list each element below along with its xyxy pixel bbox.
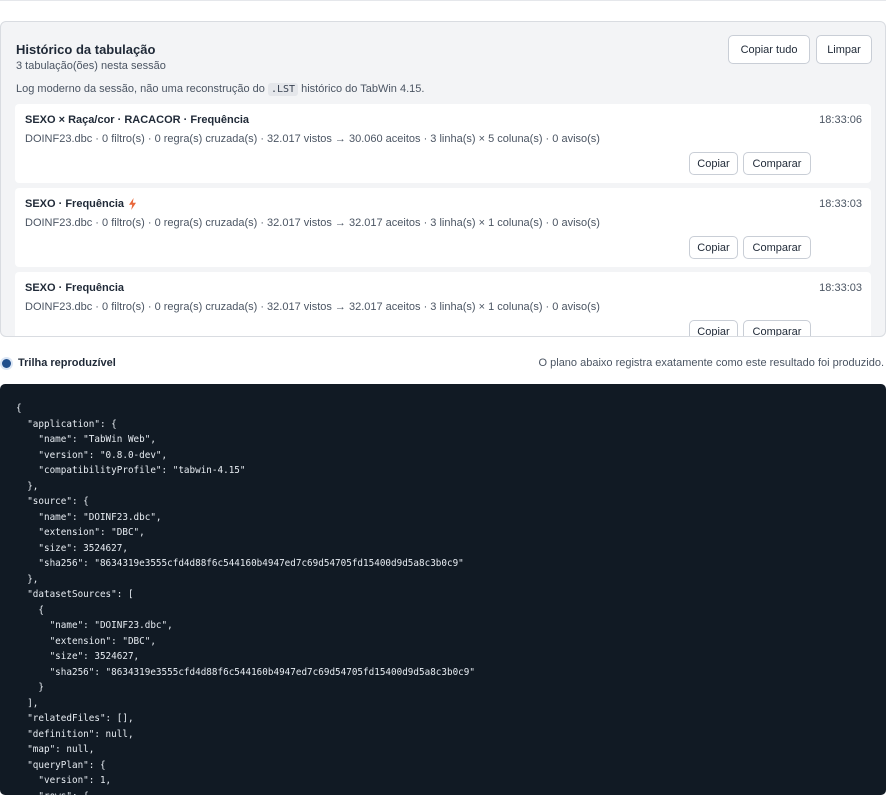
entry-time: 18:33:03	[819, 198, 862, 210]
history-note: Log moderno da sessão, não uma reconstru…	[16, 83, 425, 96]
history-entry: SEXO · Frequência 18:33:03 DOINF23.dbc ·…	[15, 188, 871, 267]
trail-header: Trilha reproduzível O plano abaixo regis…	[0, 354, 886, 374]
history-panel: Histórico da tabulação 3 tabulação(ões) …	[0, 21, 886, 337]
trail-caption: O plano abaixo registra exatamente como …	[538, 357, 884, 369]
plan-code-panel[interactable]: { "application": { "name": "TabWin Web",…	[0, 384, 886, 795]
copy-button[interactable]: Copiar	[689, 152, 738, 175]
top-divider	[0, 0, 886, 1]
entry-title: SEXO × Raça/cor · RACACOR · Frequência	[25, 114, 249, 126]
history-note-suffix: histórico do TabWin 4.15.	[301, 83, 425, 95]
compare-button[interactable]: Comparar	[743, 152, 811, 175]
entry-time: 18:33:06	[819, 114, 862, 126]
copy-button[interactable]: Copiar	[689, 236, 738, 259]
history-subtitle: 3 tabulação(ões) nesta sessão	[16, 60, 166, 72]
lst-code: .LST	[267, 83, 299, 96]
history-entry: SEXO · Frequência 18:33:03 DOINF23.dbc ·…	[15, 272, 871, 336]
entry-time: 18:33:03	[819, 282, 862, 294]
entry-meta: DOINF23.dbc · 0 filtro(s) · 0 regra(s) c…	[25, 133, 600, 145]
history-note-prefix: Log moderno da sessão, não uma reconstru…	[16, 83, 265, 95]
entry-meta: DOINF23.dbc · 0 filtro(s) · 0 regra(s) c…	[25, 217, 600, 229]
entry-title-text: SEXO · Frequência	[25, 198, 125, 210]
plan-json-code: { "application": { "name": "TabWin Web",…	[16, 403, 475, 795]
entry-title-text: SEXO × Raça/cor · RACACOR · Frequência	[25, 114, 250, 126]
clear-button[interactable]: Limpar	[816, 35, 872, 64]
entry-title: SEXO · Frequência	[25, 282, 124, 294]
history-entry: SEXO × Raça/cor · RACACOR · Frequência 1…	[15, 104, 871, 183]
copy-button[interactable]: Copiar	[689, 320, 738, 336]
lightning-icon	[129, 198, 137, 210]
copy-all-button[interactable]: Copiar tudo	[728, 35, 810, 64]
history-title: Histórico da tabulação	[16, 42, 156, 57]
compare-button[interactable]: Comparar	[743, 236, 811, 259]
entry-title-text: SEXO · Frequência	[25, 282, 125, 294]
status-dot-icon	[2, 359, 11, 368]
entry-title: SEXO · Frequência	[25, 198, 137, 210]
trail-label: Trilha reproduzível	[18, 357, 116, 369]
compare-button[interactable]: Comparar	[743, 320, 811, 336]
entry-meta: DOINF23.dbc · 0 filtro(s) · 0 regra(s) c…	[25, 301, 600, 313]
